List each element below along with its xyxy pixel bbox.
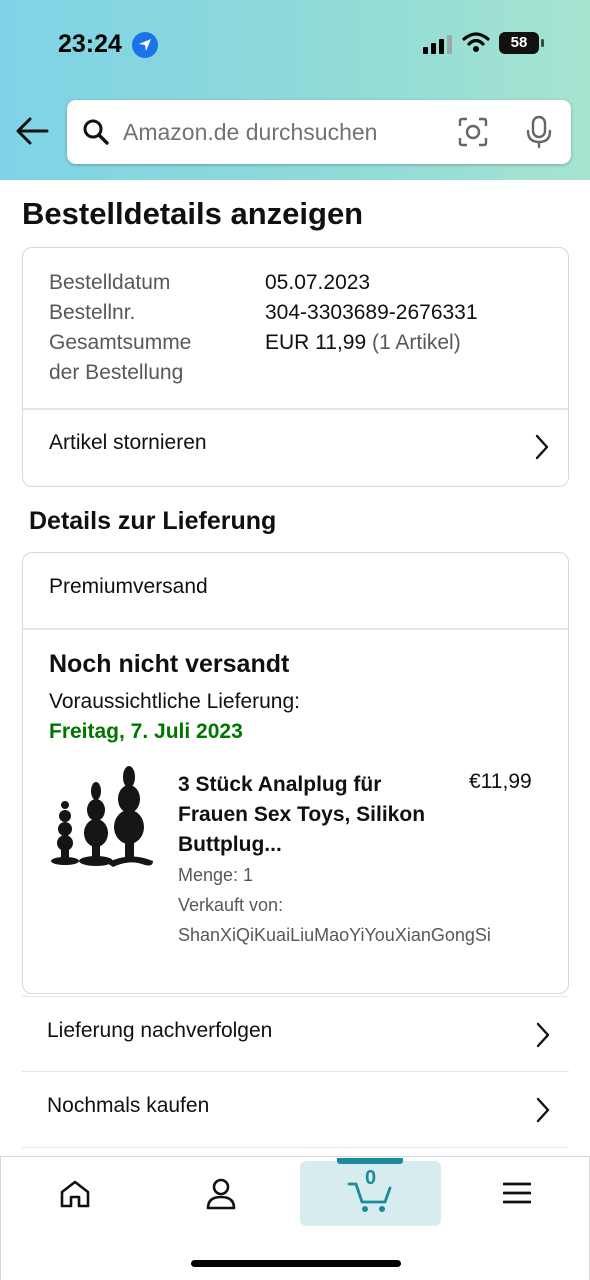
chevron-right-icon (536, 1022, 550, 1048)
cancel-items-row[interactable]: Artikel stornieren (23, 409, 568, 485)
status-time: 23:24 (58, 30, 122, 58)
search-bar[interactable] (67, 100, 571, 164)
order-number-label: Bestellnr. (49, 301, 136, 324)
battery-icon: 58 (499, 32, 544, 54)
product-quantity: Menge: 1 (178, 865, 254, 885)
order-date-label: Bestelldatum (49, 271, 171, 294)
seller-name[interactable]: ShanXiQiKuaiLiuMaoYiYouXianGongSi (178, 925, 491, 946)
eta-date: Freitag, 7. Juli 2023 (49, 720, 243, 743)
delivery-card: Premiumversand Noch nicht versandt Vorau… (22, 552, 569, 994)
order-summary-card: Bestelldatum 05.07.2023 Bestellnr. 304-3… (22, 247, 569, 487)
product-image[interactable] (49, 765, 157, 877)
cancel-items-label: Artikel stornieren (49, 431, 207, 454)
wifi-icon (462, 32, 490, 52)
account-icon (206, 1178, 236, 1210)
buy-again-row[interactable]: Nochmals kaufen (22, 1072, 569, 1148)
order-item-count: (1 Artikel) (372, 331, 461, 354)
camera-search-icon[interactable] (457, 116, 489, 148)
cart-count: 0 (365, 1167, 377, 1189)
home-indicator (191, 1260, 401, 1267)
search-input[interactable] (123, 114, 443, 150)
eta-label: Voraussichtliche Lieferung: (49, 690, 300, 713)
tab-menu[interactable] (487, 1157, 547, 1227)
delivery-section-title: Details zur Lieferung (29, 507, 277, 535)
track-delivery-label: Lieferung nachverfolgen (47, 1019, 273, 1042)
menu-icon (503, 1182, 531, 1204)
buy-again-label: Nochmals kaufen (47, 1094, 210, 1117)
shipping-method: Premiumversand (49, 575, 208, 598)
battery-level: 58 (510, 34, 528, 51)
track-delivery-row[interactable]: Lieferung nachverfolgen (22, 996, 569, 1072)
page-title: Bestelldetails anzeigen (22, 196, 364, 231)
status-bar: 23:24 58 (0, 0, 590, 90)
chevron-right-icon (536, 1097, 550, 1123)
location-icon (132, 32, 158, 58)
shipment-status: Noch nicht versandt (49, 650, 290, 678)
tab-account[interactable] (191, 1157, 251, 1227)
back-arrow-icon (16, 117, 49, 145)
order-total-value: EUR 11,99 (1 Artikel) (265, 328, 461, 358)
tab-home[interactable] (45, 1157, 105, 1227)
product-price: €11,99 (469, 770, 532, 793)
home-icon (60, 1180, 90, 1208)
sold-by-label: Verkauft von: (178, 895, 284, 915)
chevron-right-icon (535, 434, 549, 460)
order-total-label: Gesamtsumme (49, 331, 192, 354)
back-button[interactable] (14, 116, 54, 152)
cellular-signal-icon (423, 35, 452, 54)
order-date-value: 05.07.2023 (265, 271, 371, 294)
order-number-value: 304-3303689-2676331 (265, 301, 478, 324)
microphone-icon[interactable] (525, 115, 553, 149)
active-tab-indicator (337, 1158, 403, 1164)
search-icon (83, 119, 109, 145)
order-total-label-line2: der Bestellung (49, 361, 184, 384)
product-title[interactable]: 3 Stück Analplug für Frauen Sex Toys, Si… (178, 770, 428, 860)
order-total-amount: EUR 11,99 (265, 331, 367, 354)
divider (23, 628, 568, 630)
